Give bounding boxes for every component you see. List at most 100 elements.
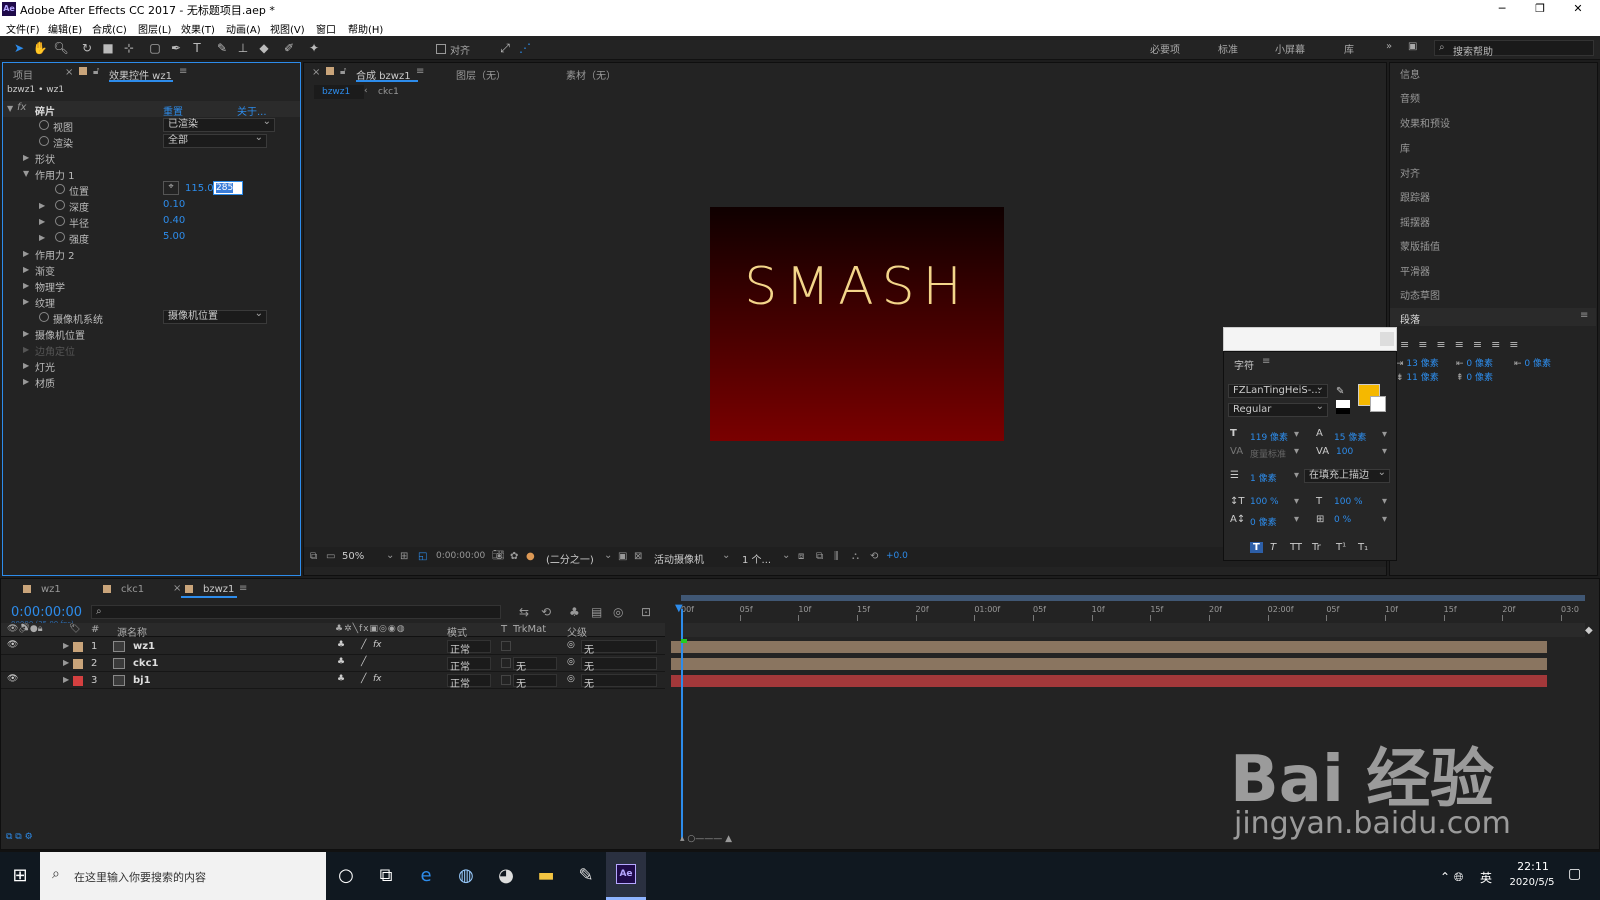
- camera-system-dropdown[interactable]: 摄像机位置: [163, 308, 267, 324]
- quality-switch-icon[interactable]: ╱: [361, 640, 366, 650]
- render-dropdown[interactable]: 全部: [163, 132, 267, 148]
- panel-align[interactable]: 对齐: [1400, 165, 1420, 180]
- superscript-button[interactable]: T¹: [1336, 542, 1346, 553]
- help-search-input[interactable]: 搜索帮助: [1453, 43, 1493, 58]
- workspace-libraries[interactable]: 库: [1344, 41, 1354, 56]
- zoom-dropdown[interactable]: 50%: [342, 551, 364, 562]
- label-color-swatch[interactable]: [73, 642, 83, 652]
- menu-help[interactable]: 帮助(H): [348, 21, 383, 36]
- all-caps-button[interactable]: TT: [1290, 542, 1302, 553]
- subscript-button[interactable]: T₁: [1358, 542, 1368, 553]
- comp-nav-ckc1[interactable]: ckc1: [378, 87, 399, 97]
- preserve-transparency-checkbox[interactable]: [501, 675, 511, 685]
- workspace-essentials[interactable]: 必要项: [1150, 41, 1180, 56]
- faux-bold-button[interactable]: T: [1250, 542, 1263, 553]
- font-style-dropdown[interactable]: Regular: [1228, 401, 1328, 417]
- label-color-swatch[interactable]: [73, 659, 83, 669]
- menu-composition[interactable]: 合成(C): [92, 21, 127, 36]
- menu-edit[interactable]: 编辑(E): [48, 21, 82, 36]
- stroke-color-swatch[interactable]: [1370, 396, 1386, 412]
- space-before-value[interactable]: 11 像素: [1406, 373, 1438, 383]
- faux-italic-button[interactable]: T: [1270, 542, 1276, 553]
- tsume-value[interactable]: 0 %: [1334, 515, 1351, 525]
- floating-panel-titlebar[interactable]: [1223, 327, 1397, 351]
- selection-tool-icon[interactable]: ➤: [10, 39, 28, 57]
- region-icon[interactable]: ◱: [418, 551, 427, 562]
- indent-first-value[interactable]: 0 像素: [1466, 359, 1493, 369]
- monitor-icon[interactable]: ▭: [326, 551, 335, 562]
- effect-header-row[interactable]: ▼ fx 碎片 重置 关于...: [3, 101, 300, 118]
- parent-dropdown[interactable]: 无: [581, 640, 657, 656]
- stopwatch-icon[interactable]: [55, 200, 65, 210]
- header-source-name[interactable]: 源名称: [117, 624, 147, 639]
- space-after-value[interactable]: 0 像素: [1466, 373, 1493, 383]
- panel-tracker[interactable]: 跟踪器: [1400, 189, 1430, 204]
- reset-link[interactable]: 重置: [163, 103, 183, 118]
- toggle-pixel-icon[interactable]: ⧈: [798, 551, 804, 562]
- cortana-icon[interactable]: ○: [326, 852, 366, 900]
- pen-tool-icon[interactable]: ✒: [167, 39, 185, 57]
- comp-mini-flowchart-icon[interactable]: ⇆: [519, 605, 529, 619]
- layer-duration-bar[interactable]: [671, 675, 1547, 687]
- mode-dropdown[interactable]: 正常: [447, 674, 491, 690]
- stopwatch-icon[interactable]: [39, 312, 49, 322]
- camera-dropdown[interactable]: 活动摄像机: [654, 551, 704, 566]
- chevron-down-icon[interactable]: ⌄: [722, 550, 730, 561]
- menu-window[interactable]: 窗口: [316, 21, 336, 36]
- preserve-transparency-checkbox[interactable]: [501, 658, 511, 668]
- panel-effects-presets[interactable]: 效果和预设: [1400, 115, 1450, 130]
- flowchart-icon[interactable]: ⛬: [852, 551, 859, 562]
- lock-icon[interactable]: 🔓︎: [340, 66, 346, 77]
- parent-dropdown[interactable]: 无: [581, 657, 657, 673]
- trkmat-dropdown[interactable]: 无: [513, 657, 557, 673]
- taskbar-search-input[interactable]: 在这里输入你要搜索的内容: [74, 869, 206, 885]
- depth-value[interactable]: 0.10: [163, 199, 185, 210]
- shy-icon[interactable]: ♣: [569, 605, 580, 619]
- tab-layer[interactable]: 图层（无）: [456, 67, 506, 82]
- chevron-down-icon[interactable]: ▾: [1294, 446, 1299, 457]
- tab-project[interactable]: 项目: [13, 67, 33, 82]
- shy-switch-icon[interactable]: ♣: [337, 674, 345, 684]
- clock-time[interactable]: 22:11: [1508, 860, 1558, 873]
- menu-animation[interactable]: 动画(A): [226, 21, 261, 36]
- vertical-scale-value[interactable]: 100 %: [1250, 497, 1279, 507]
- stroke-mode-dropdown[interactable]: 在填充上描边: [1304, 467, 1390, 483]
- chevron-down-icon[interactable]: ▾: [1382, 429, 1387, 440]
- layer-search-input[interactable]: ⌕: [91, 605, 501, 619]
- tracking-value[interactable]: 100: [1336, 447, 1353, 457]
- layer-name[interactable]: bj1: [133, 675, 151, 686]
- channel-icon[interactable]: ●: [526, 551, 535, 562]
- quality-switch-icon[interactable]: ╱: [361, 657, 366, 667]
- windows-start-icon[interactable]: ⊞: [0, 852, 40, 900]
- stopwatch-icon[interactable]: [55, 232, 65, 242]
- panel-menu-icon[interactable]: ≡: [1580, 310, 1588, 321]
- trkmat-dropdown[interactable]: 无: [513, 674, 557, 690]
- white-swatch[interactable]: [1336, 400, 1350, 408]
- close-tab-icon[interactable]: ×: [312, 67, 320, 78]
- panel-motion-sketch[interactable]: 动态草图: [1400, 287, 1440, 302]
- pickwhip-icon[interactable]: ◎: [567, 640, 575, 650]
- expand-arrow-icon[interactable]: ▶: [63, 658, 69, 667]
- more-workspaces-icon[interactable]: »: [1386, 41, 1392, 52]
- workspace-standard[interactable]: 标准: [1218, 41, 1238, 56]
- chevron-down-icon[interactable]: ⌄: [782, 550, 790, 561]
- brush-tool-icon[interactable]: ✎: [213, 39, 231, 57]
- close-icon[interactable]: ✕: [1560, 0, 1596, 18]
- eye-icon[interactable]: 👁︎: [7, 674, 18, 684]
- playhead[interactable]: [681, 609, 683, 839]
- camera-snapshot-icon[interactable]: 📷︎: [492, 550, 505, 561]
- transparency-grid-icon[interactable]: ⊠: [634, 551, 642, 562]
- label-color-swatch[interactable]: [73, 676, 83, 686]
- clone-stamp-tool-icon[interactable]: ⊥: [234, 39, 252, 57]
- view-dropdown[interactable]: 已渲染: [163, 116, 275, 132]
- layer-row[interactable]: 👁︎ ▶ 1 wz1 ♣ ╱ fx 正常 ◎ 无: [1, 639, 665, 656]
- draft-3d-icon[interactable]: ⟲: [541, 605, 551, 619]
- puppet-pin-tool-icon[interactable]: ✦: [305, 39, 323, 57]
- panel-libraries[interactable]: 库: [1400, 140, 1410, 155]
- frame-blend-icon[interactable]: ▤: [591, 605, 602, 619]
- menu-effect[interactable]: 效果(T): [181, 21, 215, 36]
- eye-icon[interactable]: 👁︎: [7, 640, 18, 650]
- indent-left-value[interactable]: 13 像素: [1406, 359, 1438, 369]
- eraser-tool-icon[interactable]: ◆: [255, 39, 273, 57]
- expand-arrow-icon[interactable]: ▶: [63, 641, 69, 650]
